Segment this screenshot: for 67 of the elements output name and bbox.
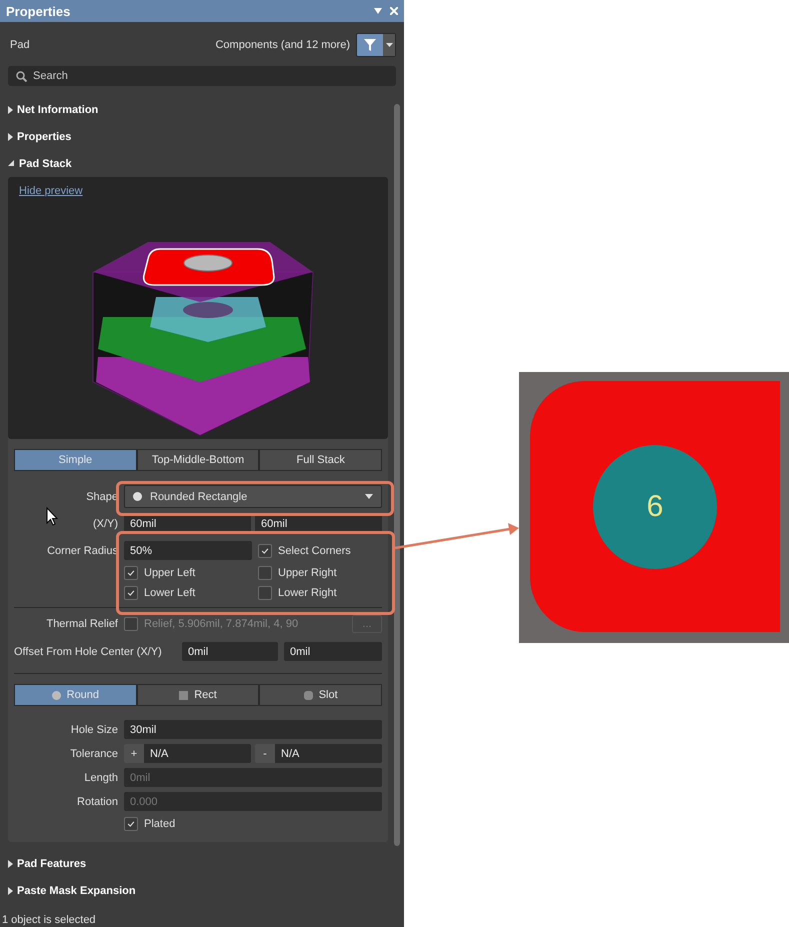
field-label: Tolerance: [69, 748, 118, 760]
mouse-pointer-icon: [46, 507, 58, 526]
shape-dropdown[interactable]: Rounded Rectangle: [124, 485, 382, 508]
pad-number: 6: [646, 490, 664, 524]
offset-x-field[interactable]: 0mil: [182, 642, 278, 661]
scrollbar-thumb[interactable]: [394, 104, 400, 846]
section-header[interactable]: Properties: [8, 123, 390, 150]
section-header[interactable]: Net Information: [8, 96, 390, 123]
mode-tab[interactable]: Top-Middle-Bottom: [136, 449, 260, 471]
plus-button[interactable]: +: [124, 744, 144, 763]
minus-button[interactable]: -: [255, 744, 275, 763]
circle-icon: [133, 492, 142, 501]
hole-type-tab[interactable]: Rect: [136, 684, 260, 706]
search-icon: [16, 71, 27, 82]
section-header[interactable]: Pad Stack: [8, 150, 390, 177]
field-label: Offset From Hole Center (X/Y): [14, 646, 163, 658]
field-label: Thermal Relief: [45, 618, 118, 630]
hole-size-field[interactable]: 30mil: [124, 720, 382, 739]
hole-type-tab[interactable]: Slot: [259, 684, 382, 706]
checkbox-label: Upper Left: [144, 567, 196, 579]
expand-triangle-icon: [8, 106, 13, 114]
caret-icon: [386, 43, 392, 47]
checkbox-label: Lower Right: [278, 587, 337, 599]
object-type: Pad: [10, 39, 31, 51]
caret-icon: [365, 494, 373, 499]
corner-radius-field[interactable]: 50%: [124, 541, 252, 560]
checkbox[interactable]: [258, 544, 272, 558]
tolerance-minus-field[interactable]: N/A: [275, 744, 382, 763]
filter-summary: Components (and 12 more): [215, 39, 350, 51]
checkmark-icon: [260, 546, 270, 556]
field-label: Rotation: [76, 796, 118, 808]
rounded-square-icon: [304, 690, 313, 700]
section-header[interactable]: Pad Features: [8, 850, 390, 877]
hide-preview-link[interactable]: Hide preview: [19, 185, 83, 197]
thermal-relief-value: Relief, 5.906mil, 7.874mil, 4, 90: [144, 618, 300, 630]
checkbox[interactable]: [124, 566, 138, 580]
field-label: Length: [83, 772, 118, 784]
checkmark-icon: [126, 819, 136, 829]
search-field[interactable]: Search: [8, 66, 396, 86]
checkbox[interactable]: [258, 566, 272, 580]
status-text: 1 object is selected: [1, 913, 97, 927]
checkbox-label: Upper Right: [278, 567, 337, 579]
checkbox[interactable]: [124, 817, 138, 831]
circle-icon: [52, 690, 61, 700]
field-label: Corner Radius: [46, 545, 118, 557]
checkbox-label: Lower Left: [144, 587, 196, 599]
section-header[interactable]: Paste Mask Expansion: [8, 877, 390, 904]
checkbox-label: Select Corners: [278, 545, 351, 557]
mode-tab[interactable]: Full Stack: [259, 449, 382, 471]
expand-triangle-icon: [8, 886, 13, 894]
checkbox[interactable]: [258, 586, 272, 600]
collapse-triangle-icon: [8, 160, 15, 167]
offset-y-field[interactable]: 0mil: [284, 642, 382, 661]
field-label: (X/Y): [92, 518, 118, 530]
checkbox-label: Plated: [144, 818, 176, 830]
funnel-icon: [364, 39, 376, 51]
dropdown-arrow-icon[interactable]: [374, 8, 382, 14]
field-label: Hole Size: [70, 724, 118, 736]
tolerance-plus-field[interactable]: N/A: [144, 744, 251, 763]
filter-button[interactable]: [356, 33, 396, 57]
close-icon[interactable]: [390, 7, 398, 15]
window-title: Properties: [6, 4, 72, 18]
field-label: Shape: [85, 490, 118, 502]
square-icon: [179, 690, 188, 700]
expand-triangle-icon: [8, 132, 13, 140]
expand-triangle-icon: [8, 860, 13, 868]
checkbox[interactable]: [124, 586, 138, 600]
